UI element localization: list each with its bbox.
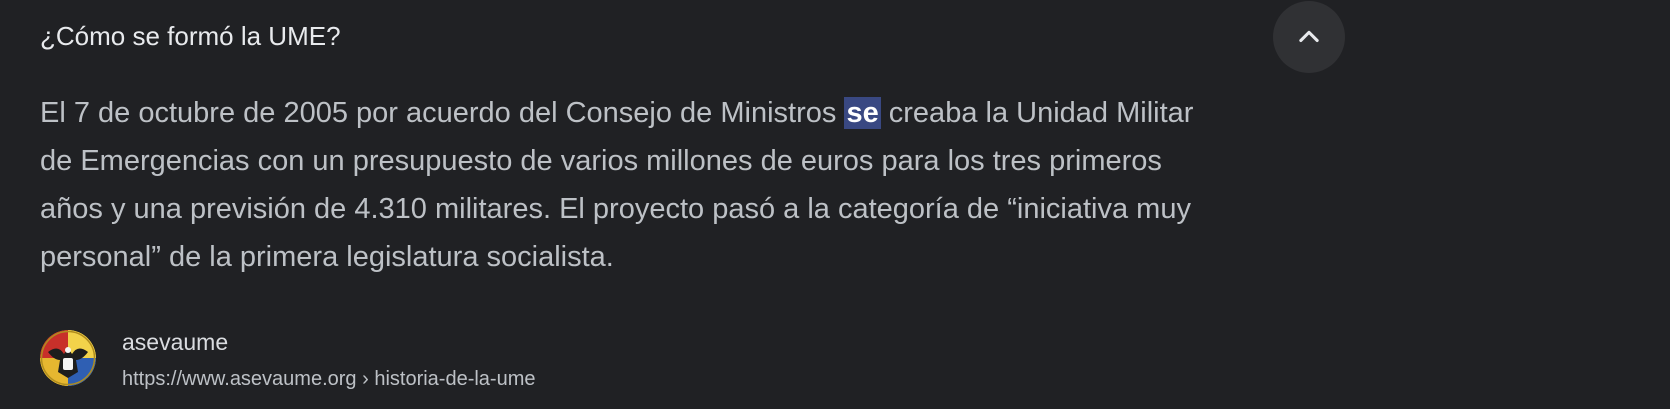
- question-heading[interactable]: ¿Cómo se formó la UME?: [40, 18, 341, 54]
- chevron-up-icon: [1299, 30, 1319, 43]
- answer-text: El 7 de octubre de 2005 por acuerdo del …: [40, 89, 1340, 281]
- site-url[interactable]: https://www.asevaume.org › historia-de-l…: [122, 366, 536, 392]
- answer-line-1-start: El 7 de octubre de 2005 por acuerdo del …: [40, 97, 845, 129]
- source-text[interactable]: asevaume https://www.asevaume.org › hist…: [122, 328, 536, 392]
- highlighted-term: se: [844, 97, 881, 129]
- answer-line-1-end: creaba la Unidad Militar: [880, 97, 1194, 129]
- source-link[interactable]: asevaume https://www.asevaume.org › hist…: [40, 328, 536, 392]
- answer-line-4: personal” de la primera legislatura soci…: [40, 241, 614, 273]
- collapse-button[interactable]: [1273, 1, 1345, 73]
- faq-panel: ¿Cómo se formó la UME? El 7 de octubre d…: [0, 0, 1670, 409]
- answer-line-2: de Emergencias con un presupuesto de var…: [40, 145, 1162, 177]
- answer-line-1: El 7 de octubre de 2005 por acuerdo del …: [40, 89, 1340, 137]
- asevaume-emblem-icon[interactable]: [40, 330, 96, 386]
- answer-line-3: años y una previsión de 4.310 militares.…: [40, 193, 1191, 225]
- site-name[interactable]: asevaume: [122, 328, 536, 356]
